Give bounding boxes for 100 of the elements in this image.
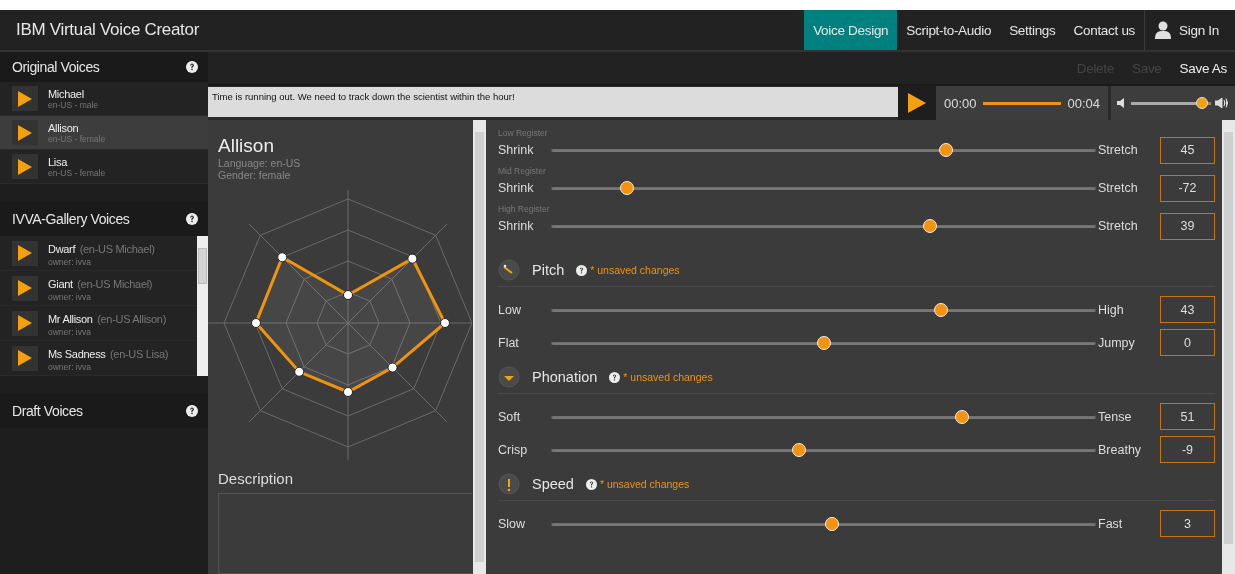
section-title: Pitch	[532, 262, 565, 278]
voice-detail: en-US - male	[48, 99, 99, 110]
radar-point	[440, 318, 450, 328]
voice-name: Lisa	[48, 155, 69, 168]
voice-item[interactable]: Michael en-US - male	[0, 82, 208, 116]
voice-base: (en-US Michael)	[77, 278, 153, 290]
play-button[interactable]	[12, 86, 38, 111]
value-field[interactable]: -9	[1160, 436, 1215, 463]
phonation-icon	[498, 366, 520, 388]
voice-name: Michael	[48, 87, 85, 100]
help-icon[interactable]	[186, 213, 198, 225]
slider-thumb[interactable]	[791, 442, 806, 457]
description-field[interactable]	[218, 493, 472, 574]
speaker-icon	[1117, 98, 1127, 108]
slider-thumb[interactable]	[620, 181, 635, 195]
slider-max-label: Tense	[1097, 409, 1133, 424]
unsaved-status: * unsaved changes	[590, 264, 680, 276]
value-field[interactable]: 3	[1160, 510, 1215, 537]
slider-min-label: Shrink	[498, 181, 535, 195]
voice-item[interactable]: Dwarf (en-US Michael) owner: ivva	[0, 236, 197, 271]
pitch-icon	[498, 259, 520, 281]
help-icon[interactable]	[585, 478, 597, 490]
slider-track[interactable]	[551, 181, 1096, 195]
app-title: IBM Virtual Voice Creator	[15, 19, 200, 41]
help-icon[interactable]	[609, 371, 621, 383]
value-field[interactable]: 39	[1160, 212, 1215, 240]
play-button[interactable]	[12, 120, 38, 145]
scrollbar[interactable]	[1222, 120, 1235, 574]
sign-in-link[interactable]: Sign In	[1144, 10, 1235, 50]
play-button[interactable]	[12, 310, 38, 336]
nav-tab[interactable]: Voice Design	[804, 10, 898, 50]
progress-bar[interactable]	[982, 101, 1062, 105]
scrollbar[interactable]	[197, 236, 208, 376]
slider-track[interactable]	[551, 143, 1096, 157]
voice-detail: en-US - female	[48, 167, 106, 178]
voice-gender: Gender: female	[218, 169, 292, 181]
nav-tab[interactable]: Contact us	[1064, 10, 1145, 50]
value-field[interactable]: 51	[1160, 403, 1215, 430]
slider-track[interactable]	[551, 219, 1096, 233]
radar-point	[343, 387, 353, 397]
script-input-field[interactable]: Time is running out. We need to track down the scientist within the hour!	[208, 87, 898, 117]
help-icon[interactable]	[576, 264, 588, 276]
play-icon	[18, 90, 32, 107]
value-field[interactable]: 0	[1160, 329, 1215, 356]
play-button[interactable]	[12, 345, 38, 371]
user-icon	[1155, 21, 1172, 39]
play-button[interactable]	[898, 86, 936, 120]
slider-thumb[interactable]	[955, 409, 970, 424]
voice-item[interactable]: Giant (en-US Michael) owner: ivva	[0, 271, 197, 306]
slider-min-label: Slow	[498, 516, 527, 531]
voice-item[interactable]: Lisa en-US - female	[0, 150, 208, 184]
scrollbar[interactable]	[473, 120, 486, 574]
play-button[interactable]	[12, 154, 38, 179]
toolbar-button[interactable]: Save As	[1179, 60, 1227, 76]
slider-min-label: Shrink	[498, 219, 535, 233]
voice-name: Mr Allison	[48, 313, 93, 325]
voice-title: Allison	[218, 135, 275, 157]
unsaved-status: * unsaved changes	[623, 371, 713, 383]
slider-max-label: Stretch	[1097, 181, 1139, 195]
voice-item[interactable]: Mr Allison (en-US Allison) owner: ivva	[0, 306, 197, 341]
voice-name: Ms Sadness	[48, 348, 106, 360]
voice-base: (en-US Michael)	[79, 243, 155, 255]
nav-tab[interactable]: Settings	[1000, 10, 1065, 50]
play-icon	[18, 280, 32, 296]
current-time: 00:00	[944, 95, 977, 111]
nav-tab[interactable]: Script-to-Audio	[897, 10, 1001, 50]
slider-max-label: Stretch	[1097, 219, 1139, 233]
slider-min-label: Soft	[498, 409, 522, 424]
play-icon	[18, 350, 32, 366]
slider-track[interactable]	[551, 302, 1096, 317]
slider-track[interactable]	[551, 335, 1096, 350]
value-field[interactable]: 45	[1160, 136, 1215, 164]
voice-item[interactable]: Ms Sadness (en-US Lisa) owner: ivva	[0, 341, 197, 376]
voice-base: (en-US Lisa)	[110, 348, 169, 360]
play-icon	[18, 315, 32, 331]
slider-thumb[interactable]	[933, 302, 948, 317]
slider-track[interactable]	[551, 442, 1096, 457]
value-field[interactable]: -72	[1160, 174, 1215, 202]
section-title: Phonation	[532, 369, 598, 385]
unsaved-status: * unsaved changes	[599, 478, 690, 490]
section-title: IVVA-Gallery Voices	[12, 211, 130, 227]
voice-owner: owner: ivva	[48, 292, 92, 302]
slider-thumb[interactable]	[939, 143, 954, 157]
value-field[interactable]: 43	[1160, 296, 1215, 323]
slider-max-label: Fast	[1097, 516, 1124, 531]
voice-name: Giant	[48, 278, 73, 290]
slider-thumb[interactable]	[922, 219, 937, 233]
slider-thumb[interactable]	[816, 335, 831, 350]
help-icon[interactable]	[186, 405, 198, 417]
slider-track[interactable]	[551, 409, 1096, 424]
help-icon[interactable]	[186, 61, 198, 73]
slider-max-label: Breathy	[1097, 442, 1143, 457]
slider-thumb[interactable]	[824, 516, 839, 531]
play-button[interactable]	[12, 275, 38, 301]
play-button[interactable]	[12, 240, 38, 266]
slider-track[interactable]	[551, 516, 1096, 531]
slider-max-label: Jumpy	[1097, 335, 1136, 350]
total-time: 00:04	[1067, 95, 1100, 111]
slider-min-label: Low	[498, 302, 522, 317]
section-title: Speed	[532, 476, 574, 492]
